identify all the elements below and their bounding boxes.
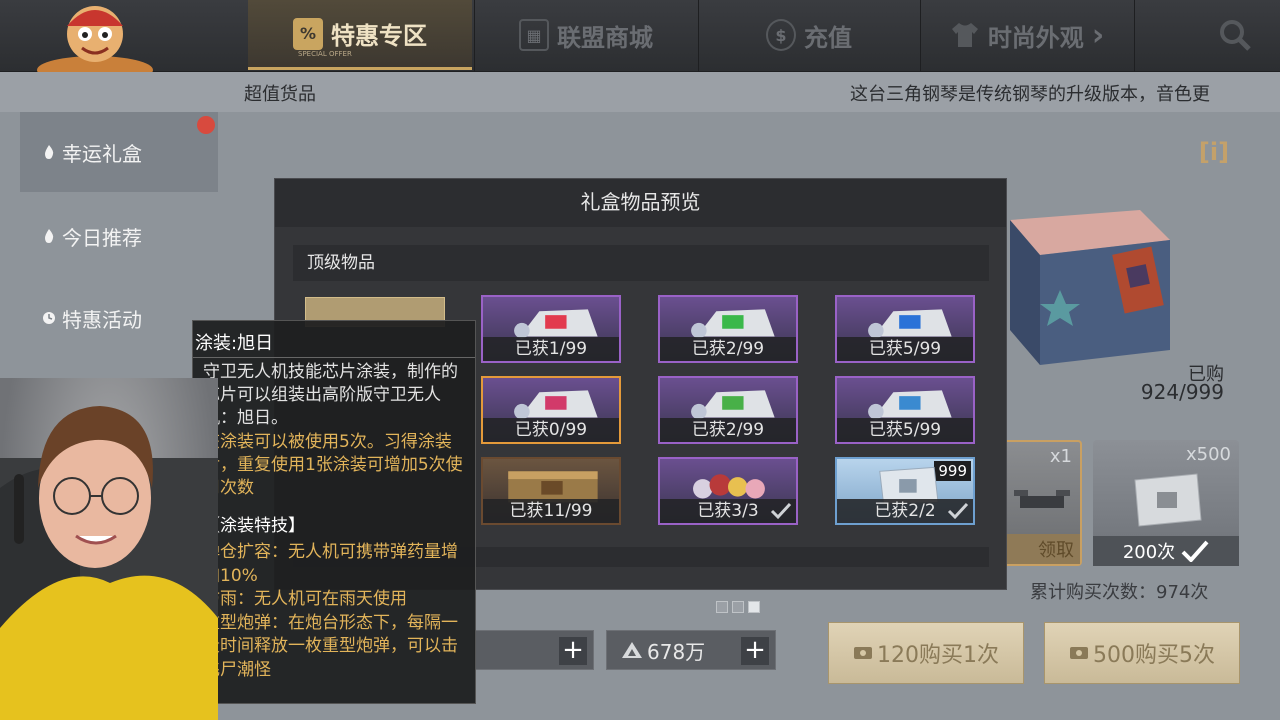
item-card[interactable]: 已获11/99 (481, 457, 621, 525)
league-shop-icon: ▦ (519, 19, 549, 51)
info-icon: i (1209, 138, 1219, 166)
tab-league-shop[interactable]: ▦ 联盟商城 (476, 0, 696, 70)
tooltip-skill-heading: 【涂装特技】 (203, 516, 305, 536)
bought-counter: 924/999 (1140, 380, 1224, 404)
nav-divider (920, 0, 921, 72)
clock-icon (43, 312, 55, 324)
tab-fashion[interactable]: 时尚外观 › (922, 0, 1132, 70)
item-tooltip: 涂装:旭日 守卫无人机技能芯片涂装，制作的芯片可以组装出高阶版守卫无人机：旭日。… (192, 320, 476, 704)
skill-line: 防雨：无人机可在雨天使用 (203, 589, 407, 609)
item-card[interactable]: 已获5/99 (835, 295, 975, 363)
item-count: 已获2/99 (660, 418, 796, 442)
page-indicator (716, 601, 760, 613)
ticket-icon (854, 647, 872, 659)
ticket-icon (1070, 647, 1088, 659)
item-count: 已获5/99 (837, 418, 973, 442)
item-card[interactable]: 已获2/99 (658, 295, 798, 363)
item-card[interactable]: 999 已获2/2 (835, 457, 975, 525)
item-count: 已获0/99 (483, 418, 619, 442)
search-icon[interactable] (1218, 18, 1252, 52)
dialog-title: 礼盒物品预览 (275, 179, 1006, 227)
item-card[interactable]: 已获1/99 (481, 295, 621, 363)
item-count: 已获2/99 (660, 337, 796, 361)
reward-card-milestone[interactable]: x1 领取 (1000, 440, 1082, 566)
tooltip-divider (193, 357, 475, 358)
tab-special-offer-subtitle: SPECIAL OFFER (298, 50, 352, 58)
reward-footer: 200次 (1093, 536, 1239, 566)
reward-card-500[interactable]: x500 200次 (1093, 440, 1239, 566)
webcam-overlay (0, 378, 218, 720)
sidebar-item-lucky-box[interactable]: 幸运礼盒 (20, 112, 218, 192)
item-card[interactable]: 已获2/99 (658, 376, 798, 444)
flame-icon (45, 145, 54, 159)
item-card-selected[interactable]: 已获0/99 (481, 376, 621, 444)
flame-icon (45, 229, 54, 243)
tooltip-title: 涂装:旭日 (195, 333, 274, 354)
sidebar-item-label: 幸运礼盒 (62, 141, 142, 166)
resource-amount: 678万 (647, 639, 706, 664)
reward-quantity: x1 (1049, 446, 1072, 467)
nav-divider (474, 0, 475, 72)
check-icon (1181, 540, 1209, 562)
sidebar-item-label: 特惠活动 (62, 307, 142, 332)
skill-line: 重型炮弹：在炮台形态下，每隔一段时间释放一枚重型炮弹，可以击飞尸潮怪 (203, 612, 458, 680)
currency-counter-2: 678万 + (606, 630, 776, 670)
buy-once-label: 120购买1次 (877, 643, 999, 668)
check-icon (770, 502, 792, 520)
page-dot-active[interactable] (748, 601, 760, 613)
tab-fashion-label: 时尚外观 (987, 23, 1084, 52)
section-caption: 超值货品 (244, 84, 316, 105)
nav-divider (1134, 0, 1135, 72)
skill-line: 弹仓扩容：无人机可携带弹药量增加10% (203, 542, 458, 586)
coin-icon: $ (766, 19, 796, 51)
tooltip-skill-list: 弹仓扩容：无人机可携带弹药量增加10% 防雨：无人机可在雨天使用 重型炮弹：在炮… (203, 541, 465, 682)
item-card[interactable]: 已获5/99 (835, 376, 975, 444)
tooltip-usage: 该涂装可以被使用5次。习得涂装后，重复使用1张涂装可增加5次使用次数 (203, 432, 463, 498)
tooltip-description: 守卫无人机技能芯片涂装，制作的芯片可以组装出高阶版守卫无人机：旭日。 (203, 362, 458, 428)
chevron-right-icon[interactable]: › (1092, 18, 1104, 53)
mascot-logo-icon (37, 6, 153, 72)
buy-once-button[interactable]: 120购买1次 (828, 622, 1024, 684)
nav-divider (698, 0, 699, 72)
add-currency-button[interactable]: + (559, 637, 587, 665)
streamer-avatar (0, 406, 218, 720)
gift-box-icon (1010, 210, 1170, 365)
item-count: 已获5/99 (837, 337, 973, 361)
sidebar-item-events[interactable]: 特惠活动 (20, 278, 218, 358)
resource-icon (622, 642, 642, 658)
claim-label: 领取 (1038, 540, 1074, 561)
marquee-bar: 超值货品 这台三角钢琴是传统钢琴的升级版本，音色更 (0, 72, 1280, 112)
tab-recharge[interactable]: $ 充值 (700, 0, 918, 70)
sidebar-item-label: 今日推荐 (62, 225, 142, 250)
tab-special-offer-label: 特惠专区 (331, 22, 427, 50)
item-count: 已获11/99 (483, 499, 619, 523)
tab-league-shop-label: 联盟商城 (557, 23, 653, 52)
info-button[interactable]: [i] (1196, 136, 1232, 168)
claim-button[interactable]: 领取 (1002, 534, 1080, 564)
shopping-bag-icon: % (293, 17, 323, 50)
notification-dot (197, 116, 215, 134)
tab-special-offer[interactable]: % 特惠专区 (248, 0, 472, 70)
shirt-icon (950, 19, 980, 51)
check-icon (947, 502, 969, 520)
item-card[interactable]: 已获3/3 (658, 457, 798, 525)
buy-five-button[interactable]: 500购买5次 (1044, 622, 1240, 684)
page-dot[interactable] (716, 601, 728, 613)
add-resource-button[interactable]: + (741, 637, 769, 665)
item-count: 已获1/99 (483, 337, 619, 361)
top-nav-bar: % 特惠专区 SPECIAL OFFER ▦ 联盟商城 $ 充值 时尚外观 › (0, 0, 1280, 72)
item-pack-icon (1134, 473, 1202, 527)
page-dot[interactable] (732, 601, 744, 613)
buy-five-label: 500购买5次 (1093, 643, 1215, 668)
reward-quantity: x500 (1185, 444, 1231, 465)
section-header-top-items: 顶级物品 (293, 245, 989, 281)
sidebar-item-today[interactable]: 今日推荐 (20, 196, 218, 276)
drone-icon (1014, 490, 1070, 508)
total-purchases: 累计购买次数：974次 (1030, 582, 1209, 603)
tab-recharge-label: 充值 (804, 23, 852, 52)
currency-counter-1: + (474, 630, 594, 670)
scrolling-announcement: 这台三角钢琴是传统钢琴的升级版本，音色更 (850, 84, 1210, 105)
reward-threshold: 200次 (1122, 542, 1176, 563)
